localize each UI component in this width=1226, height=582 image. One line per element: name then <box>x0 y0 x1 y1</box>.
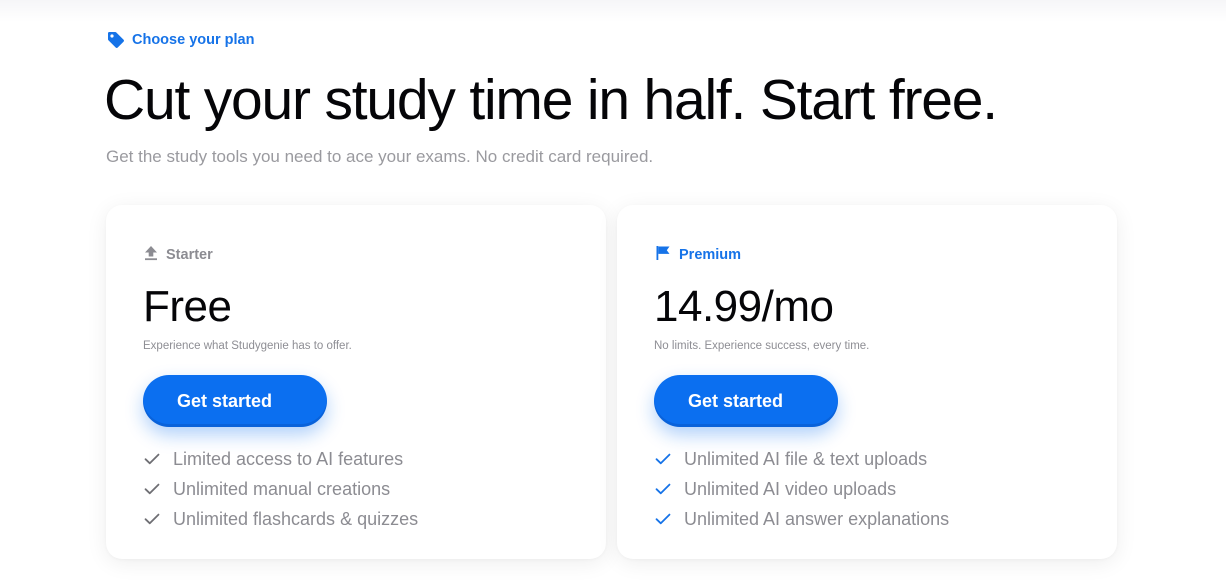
feature-item: Unlimited flashcards & quizzes <box>144 504 418 534</box>
flag-icon <box>655 245 671 265</box>
tag-icon <box>106 30 126 50</box>
page-title: Cut your study time in half. Start free. <box>104 68 998 132</box>
feature-item: Unlimited AI answer explanations <box>655 504 949 534</box>
feature-text: Unlimited AI video uploads <box>684 478 897 499</box>
feature-list: Limited access to AI features Unlimited … <box>144 444 418 534</box>
feature-text: Unlimited AI file & text uploads <box>684 448 928 469</box>
check-icon <box>144 453 162 465</box>
feature-item: Unlimited manual creations <box>144 474 418 504</box>
feature-text: Unlimited AI answer explanations <box>684 508 950 529</box>
feature-item: Limited access to AI features <box>144 444 418 474</box>
plan-eyebrow: Choose your plan <box>106 30 254 50</box>
page-subtitle: Get the study tools you need to ace your… <box>106 147 654 166</box>
plan-description: Experience what Studygenie has to offer. <box>143 340 352 352</box>
check-icon <box>144 513 162 525</box>
check-icon <box>144 483 162 495</box>
upload-icon <box>144 245 158 265</box>
get-started-button[interactable]: Get started <box>143 375 327 427</box>
feature-text: Unlimited manual creations <box>173 478 391 499</box>
plan-tier-label: Premium <box>679 247 742 263</box>
premium-plan-card: Premium 14.99/mo No limits. Experience s… <box>617 205 1117 559</box>
check-icon <box>655 483 673 495</box>
feature-item: Unlimited AI file & text uploads <box>655 444 949 474</box>
plan-tier: Starter <box>144 245 213 265</box>
starter-plan-card: Starter Free Experience what Studygenie … <box>106 205 606 559</box>
plan-price: 14.99/mo <box>654 282 834 331</box>
plan-tier-label: Starter <box>166 247 213 263</box>
check-icon <box>655 513 673 525</box>
plan-description: No limits. Experience success, every tim… <box>654 340 870 352</box>
pricing-page: Choose your plan Cut your study time in … <box>0 0 1226 582</box>
plan-tier: Premium <box>655 245 741 265</box>
eyebrow-label: Choose your plan <box>132 32 255 48</box>
feature-item: Unlimited AI video uploads <box>655 474 949 504</box>
feature-list: Unlimited AI file & text uploads Unlimit… <box>655 444 949 534</box>
check-icon <box>655 453 673 465</box>
get-started-button[interactable]: Get started <box>654 375 838 427</box>
plan-price: Free <box>143 282 232 331</box>
feature-text: Limited access to AI features <box>173 448 404 469</box>
feature-text: Unlimited flashcards & quizzes <box>173 508 419 529</box>
